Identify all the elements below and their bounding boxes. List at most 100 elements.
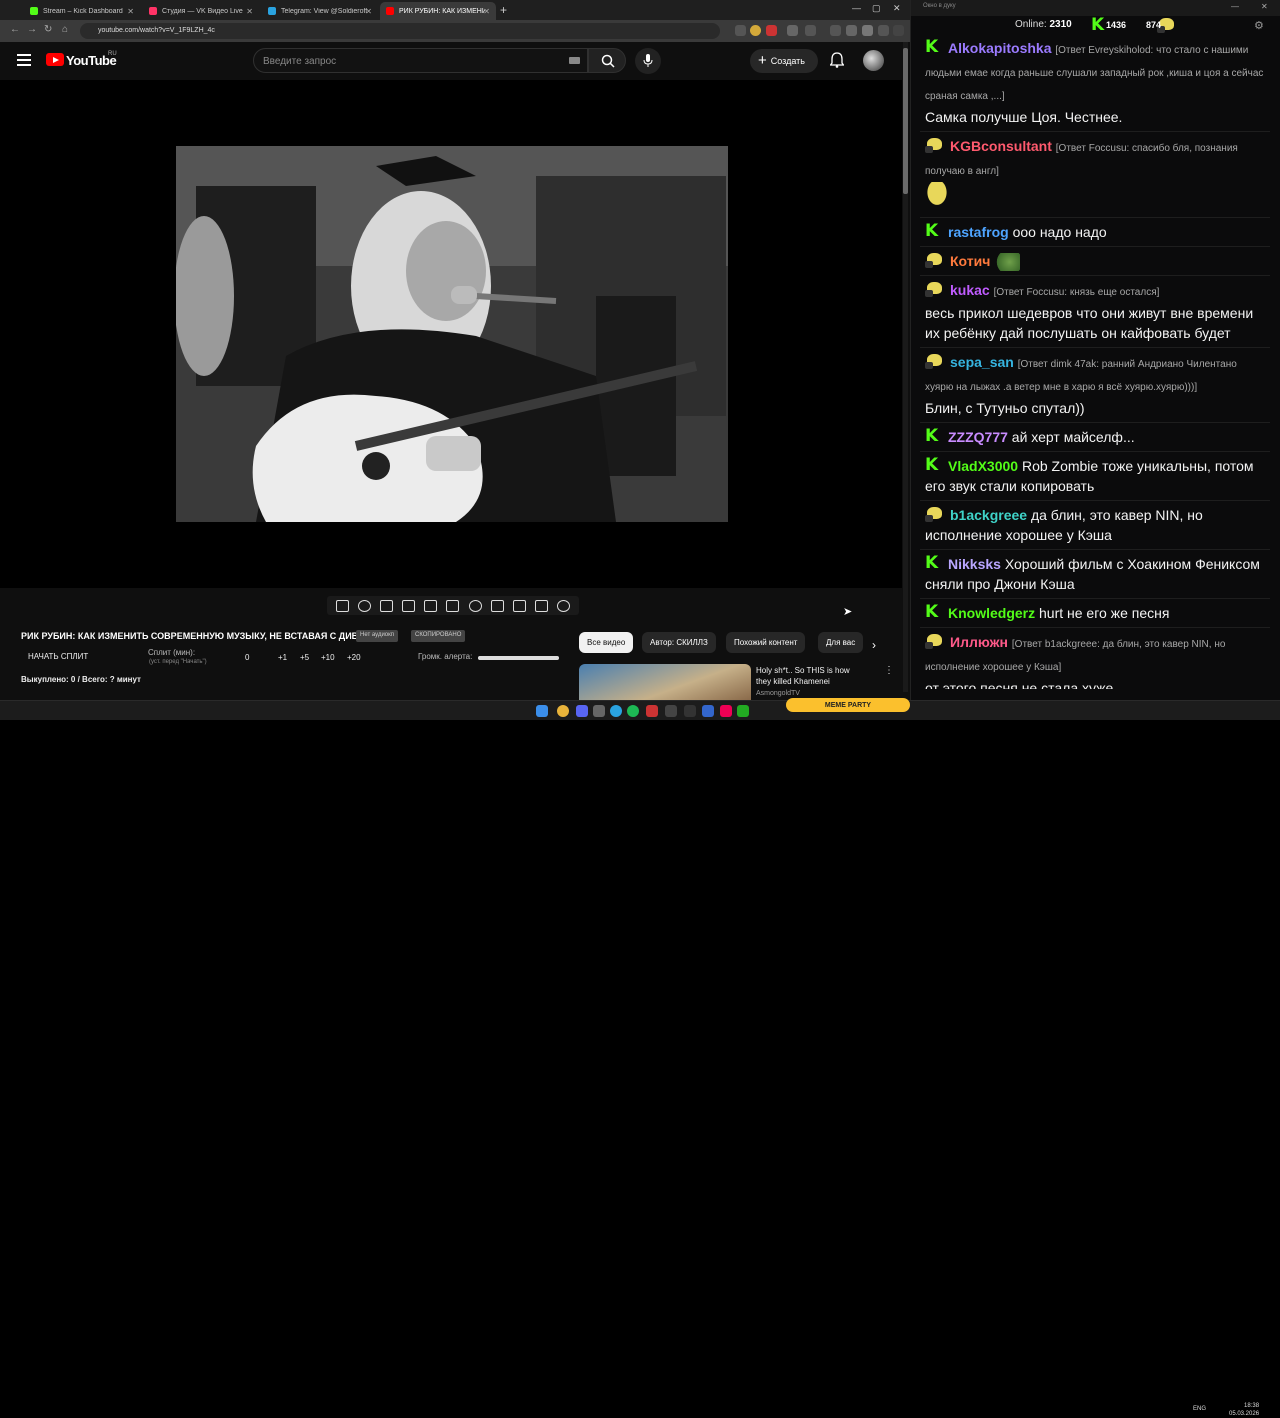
close-icon[interactable]: ✕ — [1261, 2, 1268, 11]
profile-icon[interactable] — [878, 25, 889, 36]
app-icon[interactable] — [646, 705, 658, 717]
close-icon[interactable]: ✕ — [483, 7, 490, 16]
tab-telegram[interactable]: Telegram: View @Soldierofforti... ✕ — [262, 2, 378, 20]
app-icon[interactable] — [665, 705, 677, 717]
chat-message-list[interactable]: Alkokapitoshka [Ответ Evreyskiholod: что… — [920, 34, 1270, 689]
telegram-icon[interactable] — [610, 705, 622, 717]
broadcast-icon[interactable] — [357, 599, 371, 612]
profile-icon[interactable] — [862, 25, 873, 36]
chat-username[interactable]: Nikksks — [948, 556, 1001, 572]
split-plus-1-button[interactable]: +1 — [278, 653, 287, 662]
add-queue-icon[interactable] — [490, 599, 504, 612]
app-icon[interactable] — [593, 705, 605, 717]
chat-username[interactable]: VladX3000 — [948, 458, 1018, 474]
windows-start-icon[interactable] — [536, 705, 548, 717]
recommendation-author[interactable]: AsmongoldTV — [756, 690, 800, 697]
new-tab-button[interactable]: + — [500, 3, 507, 17]
pip-icon[interactable] — [424, 599, 438, 612]
search-button[interactable] — [588, 48, 626, 73]
avatar[interactable] — [863, 50, 884, 71]
chrome-icon[interactable] — [557, 705, 569, 717]
tab-vk-studio[interactable]: Студия — VK Видео Live ✕ — [143, 2, 259, 20]
playlist-icon[interactable] — [379, 599, 393, 612]
more-vertical-icon[interactable]: ⋮ — [884, 665, 894, 676]
speed-icon[interactable] — [468, 599, 482, 612]
recommendation-thumbnail[interactable] — [579, 664, 751, 700]
video-title: РИК РУБИН: КАК ИЗМЕНИТЬ СОВРЕМЕННУЮ МУЗЫ… — [21, 631, 378, 641]
extension-icon[interactable] — [766, 25, 777, 36]
gear-icon[interactable] — [557, 599, 571, 612]
keyboard-icon[interactable] — [569, 57, 580, 64]
extension-icon[interactable] — [787, 25, 798, 36]
minimize-icon[interactable]: — — [1231, 2, 1239, 11]
forward-icon[interactable]: → — [27, 24, 37, 35]
chat-username[interactable]: ZZZQ777 — [948, 429, 1008, 445]
settings-icon[interactable]: ⚙ — [1254, 19, 1264, 32]
create-button[interactable]: + Создать — [750, 49, 818, 73]
tab-youtube[interactable]: РИК РУБИН: КАК ИЗМЕНИТЬ С... ✕ — [380, 2, 496, 20]
alert-volume-slider[interactable] — [478, 656, 559, 660]
app-icon[interactable] — [720, 705, 732, 717]
film-icon[interactable] — [402, 599, 416, 612]
sidepanel-icon[interactable] — [846, 25, 857, 36]
minimize-icon[interactable]: — — [852, 3, 861, 13]
chip-for-you[interactable]: Для вас — [818, 632, 864, 653]
flask-icon[interactable] — [535, 599, 549, 612]
copy-button[interactable]: СКОПИРОВАНО — [411, 630, 466, 642]
app-icon[interactable] — [737, 705, 749, 717]
extension-icon[interactable] — [750, 25, 761, 36]
audio-button[interactable]: Нет аудиокп — [356, 630, 399, 642]
split-plus-5-button[interactable]: +5 — [300, 653, 309, 662]
hamburger-menu-icon[interactable] — [17, 54, 31, 66]
video-player[interactable] — [0, 80, 902, 588]
chat-username[interactable]: Knowledgerz — [948, 605, 1035, 621]
split-plus-10-button[interactable]: +10 — [321, 653, 335, 662]
clock[interactable]: 18:38 05.03.2026 — [1229, 1402, 1259, 1418]
chat-username[interactable]: sepa_san — [950, 354, 1014, 370]
close-icon[interactable]: ✕ — [246, 7, 253, 16]
chip-author[interactable]: Автор: СКИЛЛЗ — [642, 632, 716, 653]
page-scrollbar-thumb[interactable] — [903, 48, 908, 194]
chat-username[interactable]: b1ackgreee — [950, 507, 1027, 523]
loop-icon[interactable] — [335, 599, 349, 612]
start-split-button[interactable]: НАЧАТЬ СПЛИТ — [28, 652, 88, 661]
close-window-icon[interactable]: ✕ — [893, 3, 901, 14]
camera-icon[interactable] — [512, 599, 526, 612]
chat-username[interactable]: kukac — [950, 282, 990, 298]
home-icon[interactable]: ⌂ — [62, 24, 68, 35]
chip-all-videos[interactable]: Все видео — [579, 632, 634, 653]
language-indicator[interactable]: ENG — [1193, 1406, 1206, 1412]
reload-icon[interactable]: ↻ — [44, 24, 52, 35]
youtube-logo-icon[interactable] — [46, 53, 64, 66]
video-frame[interactable] — [176, 146, 728, 522]
close-icon[interactable]: ✕ — [365, 7, 372, 16]
chip-related[interactable]: Похожий контент — [726, 632, 806, 653]
split-plus-20-button[interactable]: +20 — [347, 653, 361, 662]
discord-icon[interactable] — [576, 705, 588, 717]
extensions-puzzle-icon[interactable] — [805, 25, 816, 36]
recommendation-title[interactable]: Holy sh*t.. So THIS is how they killed K… — [756, 665, 866, 687]
spotify-icon[interactable] — [627, 705, 639, 717]
app-icon[interactable] — [702, 705, 714, 717]
chevron-right-icon[interactable]: › — [872, 638, 876, 652]
chat-username[interactable]: Alkokapitoshka — [948, 40, 1051, 56]
mascot-badge-icon — [925, 507, 942, 522]
meme-party-widget[interactable]: MEME PARTY — [786, 698, 910, 712]
taskbar: ENG 18:38 05.03.2026 — [0, 700, 1280, 1417]
menu-dots-icon[interactable] — [893, 25, 904, 36]
chat-username[interactable]: rastafrog — [948, 224, 1009, 240]
filmstrip-icon[interactable] — [446, 599, 460, 612]
tab-kick-dashboard[interactable]: Stream – Kick Dashboard ✕ — [24, 2, 140, 20]
chat-username[interactable]: KGBconsultant — [950, 138, 1052, 154]
download-icon[interactable] — [830, 25, 841, 36]
back-icon[interactable]: ← — [10, 24, 20, 35]
close-icon[interactable]: ✕ — [127, 7, 134, 16]
voice-search-button[interactable] — [635, 48, 661, 74]
maximize-icon[interactable]: ▢ — [872, 3, 881, 14]
extension-icon[interactable] — [735, 25, 746, 36]
steam-icon[interactable] — [684, 705, 696, 717]
kick-icon — [1091, 15, 1106, 35]
notifications-bell-icon[interactable] — [830, 52, 844, 68]
chat-username[interactable]: Иллюжн — [950, 634, 1008, 650]
chat-username[interactable]: Котич — [950, 253, 990, 269]
